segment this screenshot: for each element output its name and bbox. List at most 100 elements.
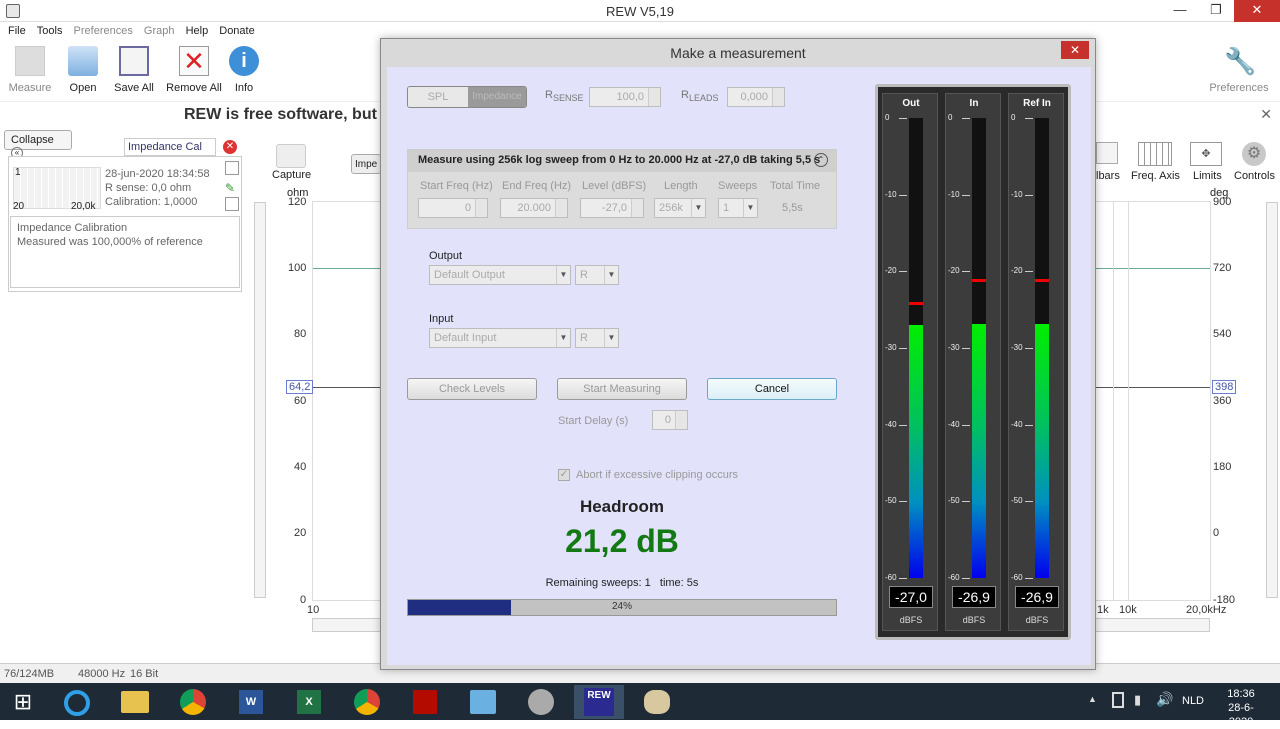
rleads-field[interactable]: 0,000	[727, 87, 785, 107]
thumb-x-min: 20	[13, 201, 25, 212]
level-meters-panel: Out 0 -10 -20 -30 -40 -50 -60 -27,0 dBFS In 0 -…	[875, 84, 1071, 640]
collapse-sweep-chevron-icon[interactable]: ⌃	[814, 153, 828, 167]
sample-rate: 48000 Hz	[78, 668, 126, 680]
paint-icon[interactable]	[632, 685, 682, 719]
window-title: REW V5,19	[606, 4, 674, 19]
meter-tick-line	[899, 118, 907, 119]
freq-axis-icon[interactable]	[1138, 142, 1172, 166]
rew-taskbar-icon[interactable]: REW	[574, 685, 624, 719]
output-channel-select[interactable]: R ▼	[575, 265, 619, 285]
edit-icon[interactable]	[225, 161, 239, 175]
cancel-button[interactable]: Cancel	[707, 378, 837, 400]
save-all-button[interactable]: Save All	[104, 46, 164, 94]
measure-button[interactable]: Measure	[0, 46, 60, 94]
length-select[interactable]: 256k ▼	[654, 198, 706, 218]
control-panel-icon[interactable]	[458, 685, 508, 719]
sweeps-select[interactable]: 1 ▼	[718, 198, 758, 218]
maximize-button[interactable]: ❐	[1198, 0, 1234, 22]
delete-measurement-icon[interactable]: ✕	[223, 140, 237, 154]
spl-toggle-button[interactable]: SPL	[408, 87, 468, 107]
volume-icon[interactable]: 🔊	[1156, 691, 1173, 708]
preferences-button[interactable]: 🔧 Preferences	[1208, 46, 1270, 94]
input-device-select[interactable]: Default Input ▼	[429, 328, 571, 348]
folder-icon	[68, 46, 98, 76]
level-field[interactable]: -27,0	[580, 198, 644, 218]
explorer-icon[interactable]	[110, 685, 160, 719]
left-vertical-scrollbar[interactable]	[254, 202, 266, 598]
start-measuring-button[interactable]: Start Measuring	[557, 378, 687, 400]
word-icon[interactable]: W	[226, 685, 276, 719]
measurement-date: 28-jun-2020 18:34:58	[105, 168, 210, 180]
right-tick: 360	[1213, 395, 1232, 407]
start-freq-field[interactable]: 0	[418, 198, 488, 218]
minimize-button[interactable]: —	[1162, 0, 1198, 22]
output-device-select[interactable]: Default Output ▼	[429, 265, 571, 285]
window-close-button[interactable]: ✕	[1234, 0, 1280, 22]
limits-label: Limits	[1193, 170, 1222, 182]
menu-preferences[interactable]: Preferences	[74, 25, 133, 37]
measurement-notes[interactable]: Impedance Calibration Measured was 100,0…	[10, 216, 240, 288]
start-delay-field[interactable]: 0	[652, 410, 688, 430]
menu-tools[interactable]: Tools	[37, 25, 63, 37]
meter-tick: -30	[885, 343, 897, 352]
measurement-name-input[interactable]: Impedance Cal	[124, 138, 216, 156]
controls-gear-icon[interactable]: ⚙	[1242, 142, 1266, 166]
length-value: 256k	[659, 202, 683, 214]
menu-file[interactable]: File	[8, 25, 26, 37]
windows-taskbar: ⊞ W X REW ▲ ▮ 🔊 NLD 18:36 28-6-2020	[0, 683, 1280, 728]
input-channel-select[interactable]: R ▼	[575, 328, 619, 348]
collapse-button[interactable]: Collapse «	[4, 130, 72, 159]
start-freq-spinner[interactable]	[475, 199, 487, 217]
dialog-close-button[interactable]: ✕	[1061, 41, 1089, 59]
dialog-body: SPL Impedance RSENSE 100,0 RLEADS 0,000 …	[387, 67, 1091, 665]
rsense-field[interactable]: 100,0	[589, 87, 661, 107]
copy-icon[interactable]	[225, 197, 239, 211]
pdf-icon[interactable]	[400, 685, 450, 719]
thumb-x-max: 20,0k	[71, 201, 96, 212]
clock[interactable]: 18:36 28-6-2020	[1216, 687, 1266, 729]
check-levels-button[interactable]: Check Levels	[407, 378, 537, 400]
chrome-icon[interactable]	[342, 685, 392, 719]
info-button[interactable]: i Info	[214, 46, 274, 94]
right-vertical-scrollbar[interactable]	[1266, 202, 1278, 598]
ie-icon[interactable]	[52, 685, 102, 719]
excel-icon[interactable]: X	[284, 685, 334, 719]
banner-close-icon[interactable]: ✕	[1260, 106, 1272, 123]
start-delay-spinner[interactable]	[675, 411, 687, 429]
meter-tick: -60	[885, 573, 897, 582]
chrome-icon[interactable]	[168, 685, 218, 719]
menu-help[interactable]: Help	[186, 25, 209, 37]
rsense-sub: SENSE	[552, 93, 584, 104]
pencil-icon[interactable]: ✎	[225, 181, 239, 195]
battery-icon[interactable]	[1112, 692, 1124, 708]
chevron-down-icon: ▼	[604, 329, 618, 347]
left-tick: 100	[288, 262, 307, 274]
graph-type-tab[interactable]: Impe	[351, 154, 381, 174]
rsense-spinner[interactable]	[648, 88, 660, 106]
menu-graph[interactable]: Graph	[144, 25, 175, 37]
level-spinner[interactable]	[631, 199, 643, 217]
start-windows-icon[interactable]: ⊞	[0, 685, 46, 719]
limits-icon[interactable]: ✥	[1190, 142, 1222, 166]
language-indicator[interactable]: NLD	[1182, 695, 1204, 707]
errorbars-icon[interactable]	[1096, 142, 1118, 164]
menu-donate[interactable]: Donate	[219, 25, 254, 37]
meter-unit: dBFS	[899, 615, 923, 625]
rleads-spinner[interactable]	[772, 88, 784, 106]
end-freq-spinner[interactable]	[555, 199, 567, 217]
impedance-toggle-button[interactable]: Impedance	[468, 87, 526, 107]
remove-icon: ✕	[179, 46, 209, 76]
meter-tick: -50	[885, 496, 897, 506]
cursor-left-readout: 64,2	[286, 380, 314, 394]
meter-tick-line	[962, 194, 970, 196]
end-freq-field[interactable]: 20.000	[500, 198, 568, 218]
network-icon[interactable]: ▮	[1134, 692, 1141, 708]
meter-tick: -30	[948, 343, 960, 352]
right-tick: 900	[1213, 196, 1232, 208]
speaker-app-icon[interactable]	[516, 685, 566, 719]
capture-icon[interactable]	[276, 144, 306, 168]
abort-clipping-checkbox[interactable]: ✓	[558, 469, 570, 481]
tray-chevron-icon[interactable]: ▲	[1088, 694, 1097, 704]
left-tick: 20	[294, 527, 307, 539]
cursor-right-readout: 398	[1212, 380, 1237, 394]
